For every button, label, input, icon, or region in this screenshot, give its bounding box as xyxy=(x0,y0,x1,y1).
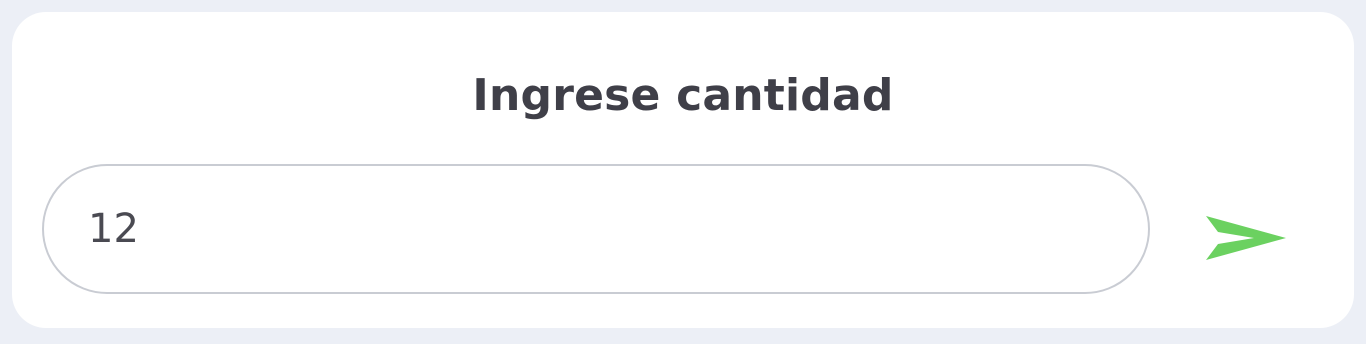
page-title: Ingrese cantidad xyxy=(472,70,894,121)
quantity-field[interactable] xyxy=(42,164,1150,294)
quantity-input[interactable] xyxy=(88,194,1088,264)
send-icon xyxy=(1206,216,1286,260)
quantity-card: Ingrese cantidad xyxy=(12,12,1354,328)
send-button[interactable] xyxy=(1200,198,1292,278)
